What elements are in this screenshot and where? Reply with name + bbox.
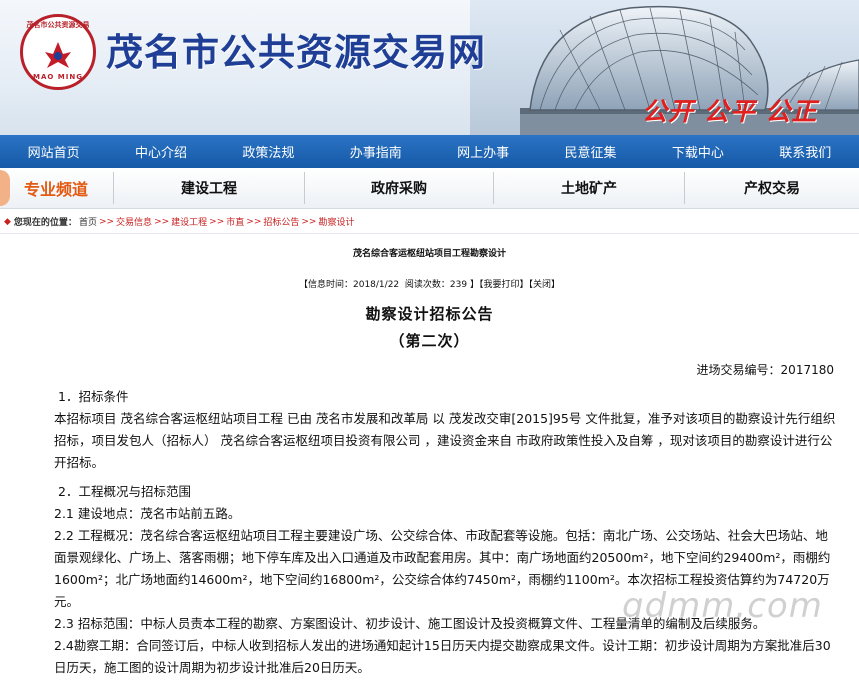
document-title: 勘察设计招标公告 <box>365 305 494 323</box>
watermark: gdmm.com <box>622 586 823 626</box>
meta-views-value: 239 <box>449 280 468 290</box>
nav-item-about[interactable]: 中心介绍 <box>107 142 214 161</box>
site-logo[interactable]: 茂名市公共资源交易 MAO MING <box>20 14 96 90</box>
channel-bar: 专业频道 建设工程 政府采购 土地矿产 产权交易 <box>0 168 859 209</box>
breadcrumb-item-city[interactable]: 市直 <box>226 215 244 228</box>
breadcrumb-separator: >> <box>209 216 225 227</box>
breadcrumb-item-tender-notice[interactable]: 招标公告 <box>263 215 299 228</box>
site-slogan: 公开 公平 公正 <box>642 97 818 126</box>
channel-label: 专业频道 <box>0 168 112 208</box>
breadcrumb-separator: >> <box>301 216 317 227</box>
article-title: 茂名综合客运枢纽站项目工程勘察设计 <box>352 249 506 259</box>
close-link[interactable]: 【关闭】 <box>529 280 561 290</box>
logo-ring-text: 茂名市公共资源交易 <box>26 21 90 29</box>
document-subtitle: （第二次） <box>389 332 470 350</box>
breadcrumb-item-home[interactable]: 首页 <box>79 215 97 228</box>
nav-item-contact[interactable]: 联系我们 <box>752 142 859 161</box>
logo-emblem-icon <box>45 42 71 68</box>
nav-item-download[interactable]: 下载中心 <box>644 142 751 161</box>
paragraph: 本招标项目 茂名综合客运枢纽站项目工程 已由 茂名市发展和改革局 以 茂发改交审… <box>54 411 836 470</box>
breadcrumb-item-trade-info[interactable]: 交易信息 <box>116 215 152 228</box>
breadcrumb-separator: >> <box>246 216 262 227</box>
print-link[interactable]: 【我要打印】 <box>479 280 529 290</box>
breadcrumb-label: 您现在的位置： <box>13 218 77 228</box>
breadcrumb-separator: >> <box>98 216 115 227</box>
channel-label-text: 专业频道 <box>23 180 88 199</box>
site-banner: 茂名市公共资源交易 MAO MING 茂名市公共资源交易网 公开 公平 公正 <box>0 0 859 135</box>
nav-item-opinion[interactable]: 民意征集 <box>537 142 644 161</box>
channel-tab-property-rights[interactable]: 产权交易 <box>685 168 859 208</box>
section-heading: 2．工程概况与招标范围 <box>58 484 191 499</box>
breadcrumb-item-construction[interactable]: 建设工程 <box>171 215 207 228</box>
article-body: 1．招标条件 本招标项目 茂名综合客运枢纽站项目工程 已由 茂名市发展和改革局 … <box>54 386 836 679</box>
nav-item-policy[interactable]: 政策法规 <box>215 142 322 161</box>
paragraph: 2.4勘察工期：合同签订后，中标人收到招标人发出的进场通知起计15日历天内提交勘… <box>54 638 831 675</box>
nav-item-online-service[interactable]: 网上办事 <box>430 142 537 161</box>
channel-swoosh-decoration <box>0 170 10 206</box>
meta-time-label: 【信息时间： <box>298 280 353 290</box>
logo-bottom-text: MAO MING <box>33 73 83 81</box>
location-icon: ◆ <box>4 216 11 227</box>
nav-item-home[interactable]: 网站首页 <box>0 142 107 161</box>
channel-tab-land-minerals[interactable]: 土地矿产 <box>494 168 684 208</box>
article-meta: 【信息时间：2018/1/22 阅读次数：239 】【我要打印】【关闭】 <box>0 277 859 290</box>
breadcrumb-separator: >> <box>154 216 170 227</box>
breadcrumb: ◆ 您现在的位置： 首页 >> 交易信息 >> 建设工程 >> 市直 >> 招标… <box>0 210 859 234</box>
channel-tab-procurement[interactable]: 政府采购 <box>305 168 493 208</box>
document-number: 进场交易编号：2017180 <box>696 363 834 377</box>
nav-item-guide[interactable]: 办事指南 <box>322 142 429 161</box>
site-title: 茂名市公共资源交易网 <box>106 30 486 74</box>
meta-time-value: 2018/1/22 <box>353 280 400 290</box>
main-nav: 网站首页 中心介绍 政策法规 办事指南 网上办事 民意征集 下载中心 联系我们 <box>0 135 859 168</box>
breadcrumb-item-survey-design[interactable]: 勘察设计 <box>318 215 354 228</box>
channel-tab-construction[interactable]: 建设工程 <box>114 168 304 208</box>
meta-views-label: 阅读次数： <box>404 280 450 290</box>
section-heading: 1．招标条件 <box>58 389 129 404</box>
paragraph: 2.1 建设地点：茂名市站前五路。 <box>54 506 241 521</box>
meta-close-bracket: 】 <box>469 280 479 290</box>
